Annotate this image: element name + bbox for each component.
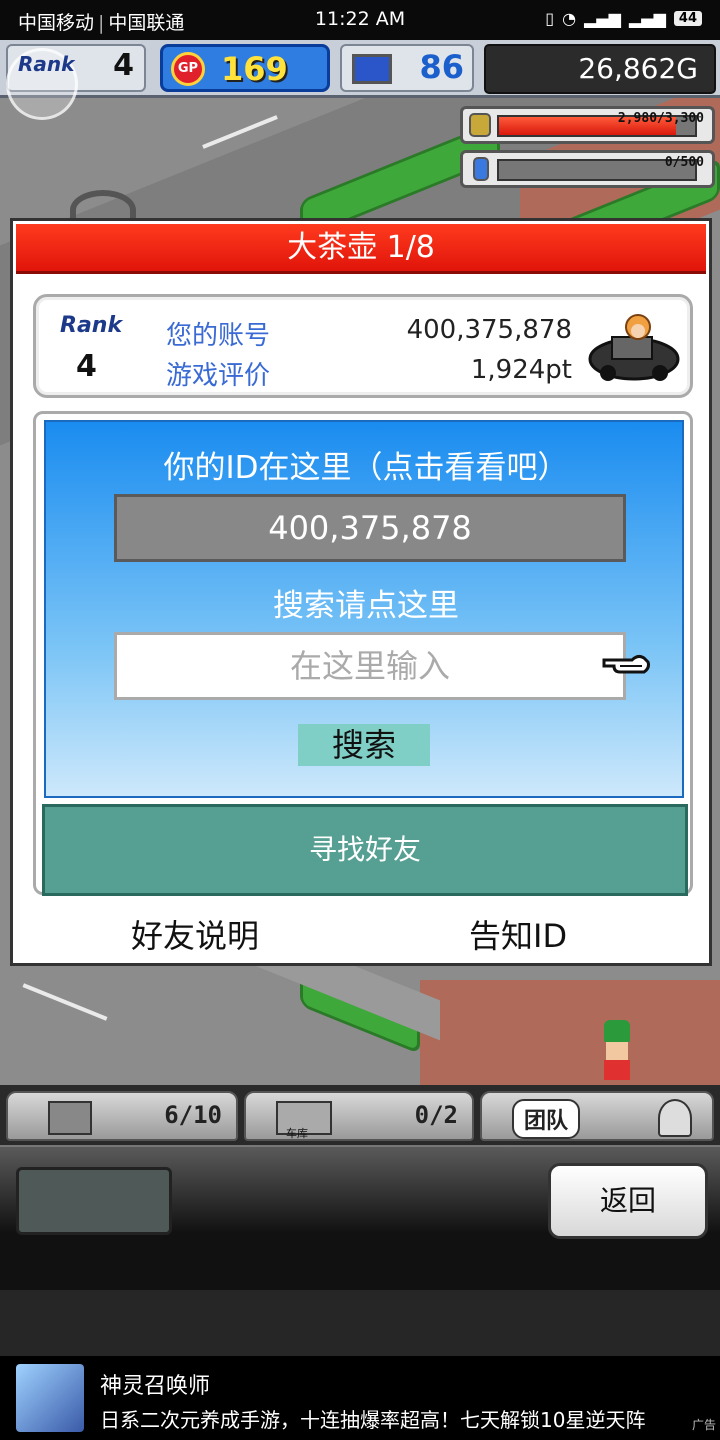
panel-spacer (0, 1290, 720, 1356)
bottom-tab-bar: 6/10 车库 0/2 团队 (0, 1085, 720, 1145)
gp-coin-icon: GP (171, 52, 205, 86)
dialog-title: 大茶壶 1/8 (16, 224, 706, 274)
barrel-icon (469, 113, 491, 137)
search-button[interactable]: 搜索 (298, 724, 430, 766)
account-id-value: 400,375,878 (406, 315, 572, 345)
computer-icon (352, 54, 392, 84)
tab-storage[interactable]: 6/10 (6, 1091, 238, 1141)
account-rank-label: Rank (60, 313, 123, 338)
gp-value: 169 (221, 50, 288, 88)
find-friends-button[interactable]: 寻找好友 (42, 804, 688, 896)
account-id-label: 您的账号 (166, 321, 271, 351)
rank-value: 4 (113, 48, 134, 83)
signal-2-icon: ▂▄▆ (628, 9, 666, 28)
storage-count: 6/10 (164, 1101, 222, 1129)
gp-display[interactable]: GP 169 (160, 44, 330, 92)
ad-title: 神灵召唤师 (100, 1374, 211, 1399)
ad-banner[interactable]: 神灵召唤师 日系二次元养成手游，十连抽爆率超高！七天解锁10星逆天阵 广告 (0, 1356, 720, 1440)
garage-count: 0/2 (414, 1101, 458, 1129)
gold-display[interactable]: 26,862G (484, 44, 716, 94)
status-icons: ▯ ◔ ▂▄▆ ▂▄▆ 44 (545, 9, 702, 28)
search-hint: 搜索请点这里 (273, 588, 459, 624)
vibrate-icon: ▯ (545, 9, 555, 28)
water-bar: 0/500 (460, 150, 715, 188)
ad-thumbnail (16, 1364, 84, 1432)
my-id-field[interactable]: 400,375,878 (114, 494, 626, 562)
pointing-hand-icon (602, 654, 650, 674)
ad-tag: 广告 (691, 1418, 716, 1432)
empty-slot[interactable] (16, 1167, 172, 1235)
research-value: 86 (419, 48, 464, 86)
battery-icon: 44 (673, 11, 702, 26)
friend-help-link[interactable]: 好友说明 (131, 911, 259, 957)
tab-garage[interactable]: 车库 0/2 (244, 1091, 474, 1141)
rank-label: Rank (18, 52, 75, 76)
water-text: 0/500 (664, 155, 704, 170)
top-hud: Rank 4 GP 169 86 26,862G (0, 40, 720, 120)
account-card: Rank 4 您的账号 400,375,878 游戏评价 1,924pt (33, 294, 693, 398)
fuel-bar: 2,980/3,300 (460, 106, 715, 144)
search-area: 你的ID在这里（点击看看吧） 400,375,878 搜索请点这里 在这里输入 … (44, 420, 684, 798)
rating-label: 游戏评价 (166, 361, 271, 391)
rank-display[interactable]: Rank 4 (6, 44, 146, 120)
account-rank-value: 4 (76, 349, 97, 384)
bottle-icon (473, 157, 489, 181)
ad-description: 日系二次元养成手游，十连抽爆率超高！七天解锁10星逆天阵 (100, 1408, 646, 1432)
search-panel: 你的ID在这里（点击看看吧） 400,375,878 搜索请点这里 在这里输入 … (33, 411, 693, 896)
back-button[interactable]: 返回 (548, 1163, 708, 1239)
id-hint: 你的ID在这里（点击看看吧） (163, 450, 569, 486)
crate-icon (48, 1101, 92, 1135)
car-avatar-icon (588, 314, 680, 381)
wifi-icon: ◔ (562, 9, 577, 28)
team-label: 团队 (512, 1099, 581, 1139)
friend-id-input[interactable]: 在这里输入 (114, 632, 626, 700)
bottom-panel: 返回 (0, 1145, 720, 1290)
rating-value: 1,924pt (470, 355, 572, 385)
tab-team[interactable]: 团队 (480, 1091, 714, 1141)
notify-id-link[interactable]: 告知ID (469, 911, 567, 957)
signal-1-icon: ▂▄▆ (584, 9, 621, 28)
friends-dialog: 大茶壶 1/8 Rank 4 您的账号 400,375,878 游戏评价 1,9… (10, 218, 712, 966)
fuel-text: 2,980/3,300 (617, 111, 704, 126)
research-display[interactable]: 86 (340, 44, 474, 92)
worker-character (598, 1020, 638, 1084)
garage-label: 车库 (286, 1127, 308, 1140)
status-bar: 中国移动 | 中国联通 11:22 AM ▯ ◔ ▂▄▆ ▂▄▆ 44 (0, 0, 720, 40)
member-avatar-icon (658, 1099, 692, 1137)
